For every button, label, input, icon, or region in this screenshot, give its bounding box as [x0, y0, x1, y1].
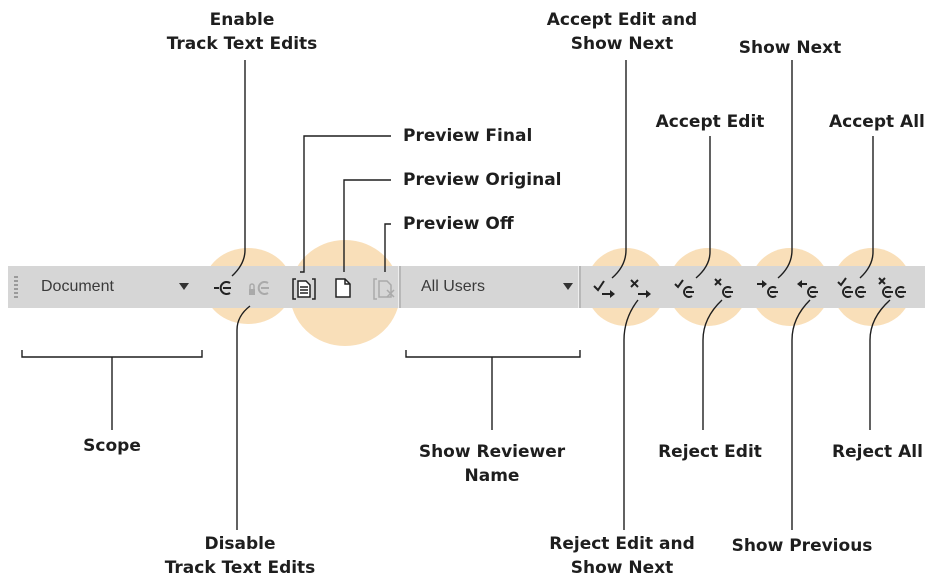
- label-show-next: Show Next: [738, 38, 842, 58]
- label-accept-edit: Accept Edit: [655, 112, 765, 132]
- label-reject-edit-show-next: Reject Edit and Show Next: [549, 534, 695, 578]
- label-accept-all: Accept All: [829, 112, 925, 132]
- label-reject-edit: Reject Edit: [658, 442, 762, 462]
- label-show-previous: Show Previous: [731, 536, 873, 556]
- label-show-reviewer-name: Show Reviewer Name: [418, 442, 566, 486]
- label-preview-original: Preview Original: [403, 170, 562, 190]
- label-preview-final: Preview Final: [403, 126, 533, 146]
- label-preview-off: Preview Off: [403, 214, 514, 234]
- label-scope: Scope: [83, 436, 141, 456]
- label-accept-edit-show-next: Accept Edit and Show Next: [546, 10, 698, 54]
- label-disable-track-edits: Disable Track Text Edits: [164, 534, 316, 578]
- label-reject-all: Reject All: [832, 442, 923, 462]
- label-enable-track-edits: Enable Track Text Edits: [166, 10, 318, 54]
- callout-lines: [21, 60, 891, 530]
- track-changes-diagram: Document All Users Enable Track Text Edi…: [0, 0, 925, 579]
